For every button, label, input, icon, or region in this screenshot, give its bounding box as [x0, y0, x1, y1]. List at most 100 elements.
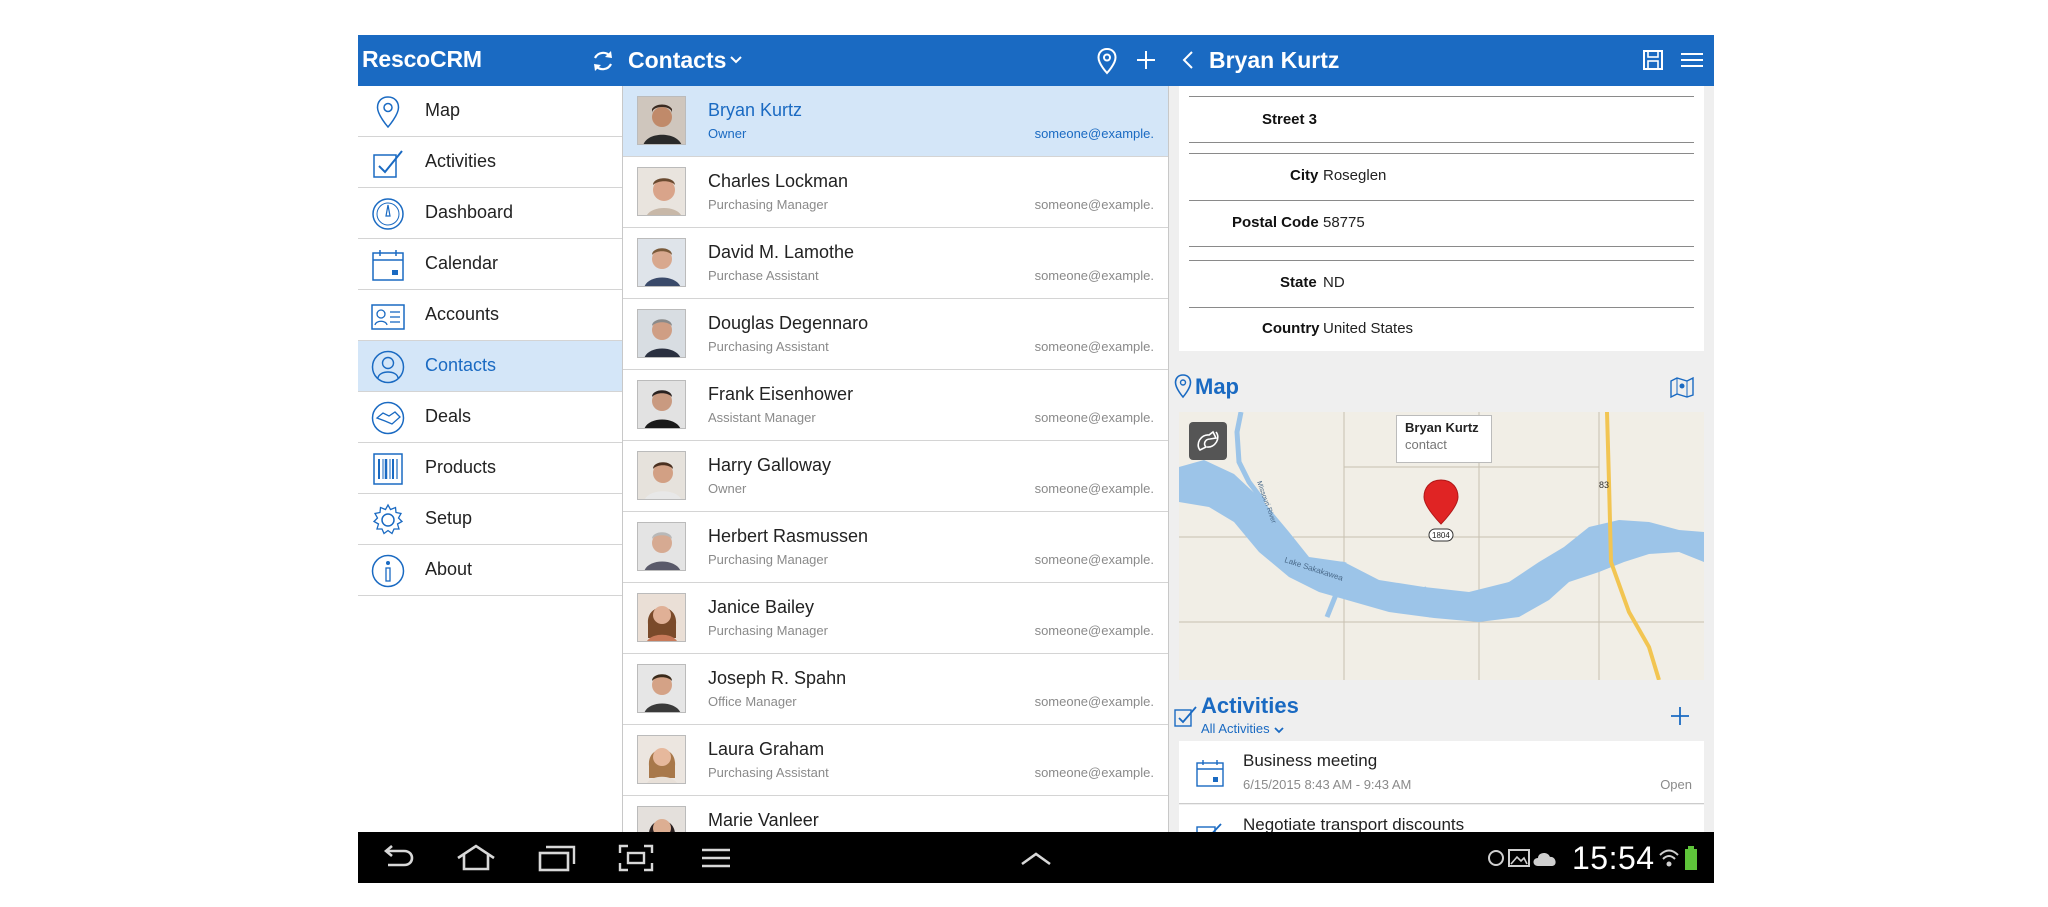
- contact-email: someone@example.: [1034, 552, 1154, 567]
- accounts-card-icon: [371, 304, 405, 330]
- sidebar-item-dashboard[interactable]: Dashboard: [358, 188, 622, 239]
- contact-email: someone@example.: [1034, 268, 1154, 283]
- recent-apps-icon[interactable]: [534, 842, 578, 874]
- products-barcode-icon: [373, 453, 403, 485]
- city-field[interactable]: City Roseglen: [1189, 153, 1694, 200]
- list-item[interactable]: Harry Galloway Owner someone@example.: [623, 441, 1168, 512]
- list-item[interactable]: Joseph R. Spahn Office Manager someone@e…: [623, 654, 1168, 725]
- contact-name: Frank Eisenhower: [708, 384, 854, 404]
- sidebar-item-about[interactable]: About: [358, 545, 622, 596]
- contact-role: Purchasing Assistant: [708, 339, 829, 354]
- list-item[interactable]: Bryan Kurtz Owner someone@example.: [623, 86, 1168, 157]
- map-view[interactable]: 83 Lake Sakakawea Missouri River 1804 Br…: [1179, 412, 1704, 680]
- tooltip-title: Bryan Kurtz: [1405, 420, 1479, 435]
- sidebar-item-contacts[interactable]: Contacts: [358, 341, 622, 392]
- add-contact-icon[interactable]: [1134, 48, 1158, 72]
- clock: 15:54: [1572, 840, 1655, 876]
- gear-icon: [372, 503, 404, 535]
- activities-filter-dropdown[interactable]: All Activities: [1201, 721, 1285, 736]
- activity-name: Business meeting: [1243, 751, 1378, 770]
- list-item[interactable]: David M. Lamothe Purchase Assistant some…: [623, 228, 1168, 299]
- save-icon[interactable]: [1642, 49, 1664, 71]
- contact-email: someone@example.: [1034, 765, 1154, 780]
- list-item[interactable]: Douglas Degennaro Purchasing Assistant s…: [623, 299, 1168, 370]
- map-marker-tooltip[interactable]: Bryan Kurtz contact: [1396, 415, 1492, 463]
- sidebar-item-label: Deals: [425, 406, 472, 426]
- list-item[interactable]: Laura Graham Purchasing Assistant someon…: [623, 725, 1168, 796]
- open-map-icon[interactable]: [1669, 376, 1695, 398]
- contact-email: someone@example.: [1034, 339, 1154, 354]
- task-icon: [1196, 823, 1222, 832]
- country-field[interactable]: Country United States: [1189, 307, 1694, 351]
- system-navigation-bar: 15:54: [358, 832, 1714, 883]
- chevron-down-icon[interactable]: [728, 51, 744, 67]
- activity-status: Open: [1660, 777, 1692, 792]
- add-activity-icon[interactable]: [1669, 705, 1691, 727]
- state-value: ND: [1323, 274, 1345, 291]
- avatar: [637, 380, 686, 429]
- list-item[interactable]: Charles Lockman Purchasing Manager someo…: [623, 157, 1168, 228]
- contact-role: Purchasing Manager: [708, 623, 828, 638]
- state-field[interactable]: State ND: [1189, 260, 1694, 307]
- battery-icon: [1685, 846, 1697, 870]
- sidebar-item-products[interactable]: Products: [358, 443, 622, 494]
- postal-code-field[interactable]: Postal Code 58775: [1189, 200, 1694, 247]
- contact-role: Purchasing Manager: [708, 552, 828, 567]
- directions-icon: [1197, 430, 1219, 451]
- activity-item[interactable]: Negotiate transport discounts: [1179, 805, 1704, 832]
- sidebar-item-label: Map: [425, 100, 461, 120]
- wifi-icon: [1659, 849, 1679, 867]
- activities-section-title: Activities: [1201, 693, 1299, 718]
- home-icon[interactable]: [454, 842, 498, 874]
- action-bar: RescoCRM Contacts Bryan Kurtz: [358, 35, 1714, 86]
- contact-name: Janice Bailey: [708, 597, 815, 617]
- avatar: [637, 451, 686, 500]
- map-pin-icon: [376, 96, 400, 129]
- map-route-label: 83: [1599, 480, 1609, 490]
- menu-icon[interactable]: [694, 842, 738, 874]
- postal-code-value: 58775: [1323, 214, 1365, 231]
- info-icon: [371, 554, 405, 588]
- contact-name: Bryan Kurtz: [708, 100, 803, 120]
- screenshot-icon[interactable]: [614, 842, 658, 874]
- sidebar-item-calendar[interactable]: Calendar: [358, 239, 622, 290]
- avatar: [637, 309, 686, 358]
- avatar: [637, 806, 686, 832]
- street3-field[interactable]: Street 3: [1189, 96, 1694, 143]
- activities-filter-label: All Activities: [1201, 721, 1270, 736]
- sidebar-item-deals[interactable]: Deals: [358, 392, 622, 443]
- list-item[interactable]: Herbert Rasmussen Purchasing Manager som…: [623, 512, 1168, 583]
- chevron-up-icon[interactable]: [1014, 842, 1058, 874]
- state-label: State: [1280, 274, 1317, 291]
- list-item[interactable]: Frank Eisenhower Assistant Manager someo…: [623, 370, 1168, 441]
- activity-item[interactable]: Business meeting 6/15/2015 8:43 AM - 9:4…: [1179, 741, 1704, 804]
- contacts-list[interactable]: Bryan Kurtz Owner someone@example. Charl…: [623, 86, 1169, 832]
- city-value: Roseglen: [1323, 167, 1387, 184]
- sidebar-item-setup[interactable]: Setup: [358, 494, 622, 545]
- sidebar-item-activities[interactable]: Activities: [358, 137, 622, 188]
- overflow-menu-icon[interactable]: [1679, 50, 1705, 70]
- sidebar-item-label: Contacts: [425, 355, 497, 375]
- sidebar-item-label: Accounts: [425, 304, 500, 324]
- sync-icon[interactable]: [590, 48, 616, 74]
- sidebar-item-map[interactable]: Map: [358, 86, 622, 137]
- sidebar-item-accounts[interactable]: Accounts: [358, 290, 622, 341]
- activities-check-icon: [373, 150, 403, 178]
- list-title[interactable]: Contacts: [628, 47, 726, 74]
- sidebar-item-label: Dashboard: [425, 202, 514, 222]
- app-title[interactable]: RescoCRM: [362, 46, 482, 73]
- list-item[interactable]: Marie Vanleer: [623, 796, 1168, 832]
- contact-email: someone@example.: [1034, 410, 1154, 425]
- contact-role: Assistant Manager: [708, 410, 816, 425]
- directions-button[interactable]: [1189, 422, 1227, 460]
- list-item[interactable]: Janice Bailey Purchasing Manager someone…: [623, 583, 1168, 654]
- activity-time: 6/15/2015 8:43 AM - 9:43 AM: [1243, 777, 1412, 792]
- contact-name: David M. Lamothe: [708, 242, 855, 262]
- map-pin-icon[interactable]: [1096, 47, 1118, 75]
- back-chevron-icon[interactable]: [1180, 49, 1196, 71]
- avatar: [637, 167, 686, 216]
- tooltip-subtitle: contact: [1405, 437, 1447, 452]
- activity-name: Negotiate transport discounts: [1243, 815, 1465, 832]
- avatar: [637, 664, 686, 713]
- back-icon[interactable]: [376, 842, 420, 874]
